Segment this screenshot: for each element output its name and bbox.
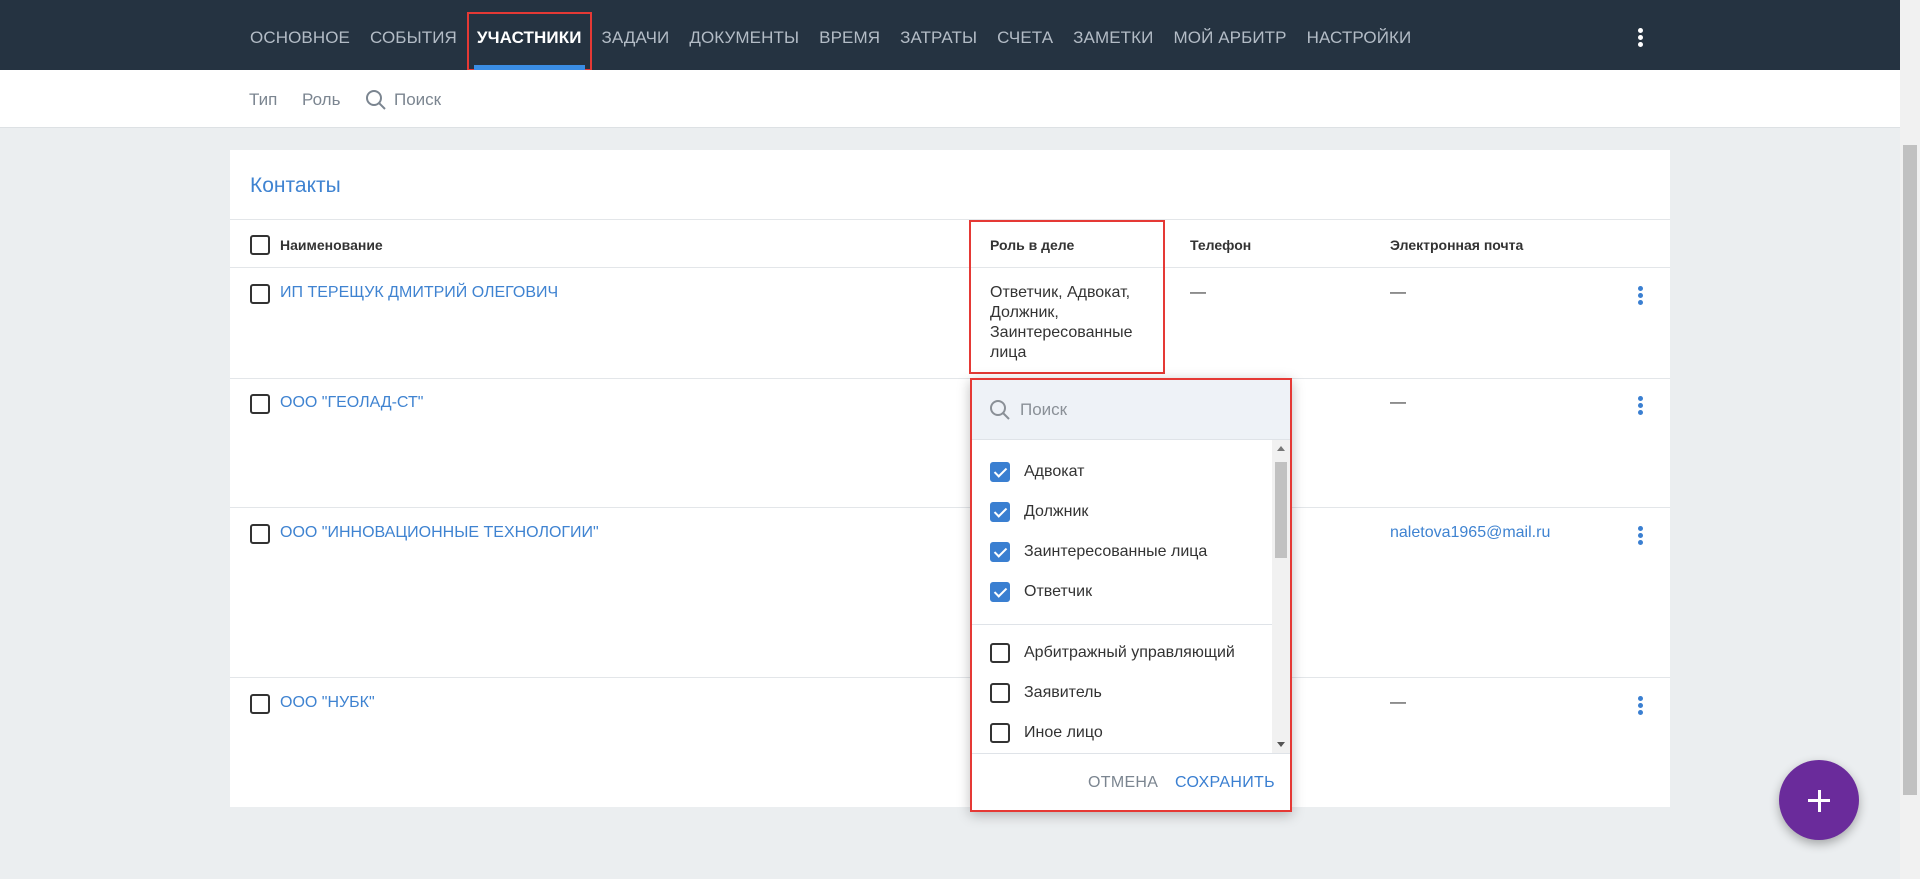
role-option[interactable]: Иное лицо xyxy=(990,721,1103,745)
option-label: Адвокат xyxy=(1024,463,1085,480)
contact-name-link[interactable]: ИП ТЕРЕЩУК ДМИТРИЙ ОЛЕГОВИЧ xyxy=(280,284,558,302)
tab-moy-arbitr[interactable]: МОЙ АРБИТР xyxy=(1163,0,1296,70)
search-input[interactable]: Поиск xyxy=(1020,400,1067,420)
option-label: Заявитель xyxy=(1024,684,1102,701)
filter-type[interactable]: Тип xyxy=(249,90,277,110)
column-header-phone[interactable]: Телефон xyxy=(1190,237,1251,253)
scrollbar-thumb[interactable] xyxy=(1903,145,1917,795)
row-checkbox[interactable] xyxy=(250,394,270,414)
search-icon[interactable] xyxy=(364,88,388,112)
contact-name-link[interactable]: ООО "НУБК" xyxy=(280,694,375,712)
tab-vremya[interactable]: ВРЕМЯ xyxy=(809,0,890,70)
more-vertical-icon[interactable] xyxy=(1628,26,1652,50)
save-button[interactable]: СОХРАНИТЬ xyxy=(1175,774,1275,792)
filter-bar: Тип Роль Поиск xyxy=(0,70,1900,128)
option-label: Заинтересованные лица xyxy=(1024,543,1208,560)
role-options-list: Адвокат Должник Заинтересованные лица От… xyxy=(972,440,1272,753)
row-checkbox[interactable] xyxy=(250,694,270,714)
row-menu-icon[interactable] xyxy=(1630,524,1650,550)
role-option[interactable]: Арбитражный управляющий xyxy=(990,641,1235,665)
row-checkbox[interactable] xyxy=(250,524,270,544)
tab-sobytiya[interactable]: СОБЫТИЯ xyxy=(360,0,467,70)
checkbox[interactable] xyxy=(990,683,1010,703)
phone-cell: — xyxy=(1190,284,1206,301)
top-navigation: ОСНОВНОЕ СОБЫТИЯ УЧАСТНИКИ ЗАДАЧИ ДОКУМЕ… xyxy=(0,0,1900,71)
contact-name-link[interactable]: ООО "ГЕОЛАД-СТ" xyxy=(280,394,423,412)
page-scrollbar[interactable] xyxy=(1900,0,1920,879)
row-menu-icon[interactable] xyxy=(1630,694,1650,720)
card-title: Контакты xyxy=(250,174,341,197)
role-option[interactable]: Заявитель xyxy=(990,681,1102,705)
column-header-name[interactable]: Наименование xyxy=(280,237,383,253)
scroll-up-icon[interactable] xyxy=(1277,446,1285,451)
tab-dokumenty[interactable]: ДОКУМЕНТЫ xyxy=(679,0,809,70)
scroll-down-icon[interactable] xyxy=(1277,742,1285,747)
highlight-box xyxy=(969,220,1165,374)
dropdown-footer: ОТМЕНА СОХРАНИТЬ xyxy=(972,753,1290,810)
divider xyxy=(230,267,1670,268)
checkbox[interactable] xyxy=(990,643,1010,663)
scrollbar-thumb[interactable] xyxy=(1275,462,1287,558)
cancel-button[interactable]: ОТМЕНА xyxy=(1088,774,1158,792)
search-input[interactable]: Поиск xyxy=(394,90,441,110)
divider xyxy=(972,624,1272,625)
tab-zametki[interactable]: ЗАМЕТКИ xyxy=(1063,0,1163,70)
checkbox[interactable] xyxy=(990,723,1010,743)
tab-uchastniki[interactable]: УЧАСТНИКИ xyxy=(466,0,592,71)
search-icon xyxy=(990,400,1010,420)
checkbox-checked[interactable] xyxy=(990,582,1010,602)
option-label: Иное лицо xyxy=(1024,724,1103,741)
divider xyxy=(230,378,1670,379)
divider xyxy=(230,219,1670,220)
email-cell: — xyxy=(1390,394,1406,411)
divider xyxy=(230,507,1670,508)
role-option[interactable]: Адвокат xyxy=(990,460,1084,484)
option-label: Должник xyxy=(1024,503,1089,520)
checkbox-checked[interactable] xyxy=(990,462,1010,482)
row-menu-icon[interactable] xyxy=(1630,394,1650,420)
column-header-email[interactable]: Электронная почта xyxy=(1390,237,1523,253)
row-checkbox[interactable] xyxy=(250,284,270,304)
nav-tabs: ОСНОВНОЕ СОБЫТИЯ УЧАСТНИКИ ЗАДАЧИ ДОКУМЕ… xyxy=(240,0,1422,71)
role-filter-dropdown: Поиск Адвокат Должник Заинтересованные л… xyxy=(970,378,1292,812)
contact-name-link[interactable]: ООО "ИННОВАЦИОННЫЕ ТЕХНОЛОГИИ" xyxy=(280,524,599,542)
option-label: Ответчик xyxy=(1024,583,1093,600)
highlight-box xyxy=(466,12,592,71)
contacts-card: Контакты Наименование Роль в деле Телефо… xyxy=(230,150,1670,807)
tab-nastroyki[interactable]: НАСТРОЙКИ xyxy=(1297,0,1422,70)
dropdown-search[interactable]: Поиск xyxy=(972,380,1290,440)
filter-role[interactable]: Роль xyxy=(302,90,340,110)
divider xyxy=(230,677,1670,678)
role-option[interactable]: Ответчик xyxy=(990,580,1092,604)
tab-scheta[interactable]: СЧЕТА xyxy=(987,0,1063,70)
role-option[interactable]: Заинтересованные лица xyxy=(990,540,1207,564)
row-menu-icon[interactable] xyxy=(1630,284,1650,310)
email-link[interactable]: naletova1965@mail.ru xyxy=(1390,524,1550,542)
tab-zatraty[interactable]: ЗАТРАТЫ xyxy=(890,0,987,70)
dropdown-scrollbar[interactable] xyxy=(1272,440,1290,753)
option-label: Арбитражный управляющий xyxy=(1024,644,1235,661)
tab-osnovnoe[interactable]: ОСНОВНОЕ xyxy=(240,0,360,70)
checkbox-checked[interactable] xyxy=(990,542,1010,562)
email-cell: — xyxy=(1390,284,1406,301)
add-button[interactable] xyxy=(1779,760,1859,840)
email-cell: — xyxy=(1390,694,1406,711)
checkbox-checked[interactable] xyxy=(990,502,1010,522)
role-option[interactable]: Должник xyxy=(990,500,1088,524)
tab-zadachi[interactable]: ЗАДАЧИ xyxy=(592,0,680,70)
select-all-checkbox[interactable] xyxy=(250,235,270,255)
